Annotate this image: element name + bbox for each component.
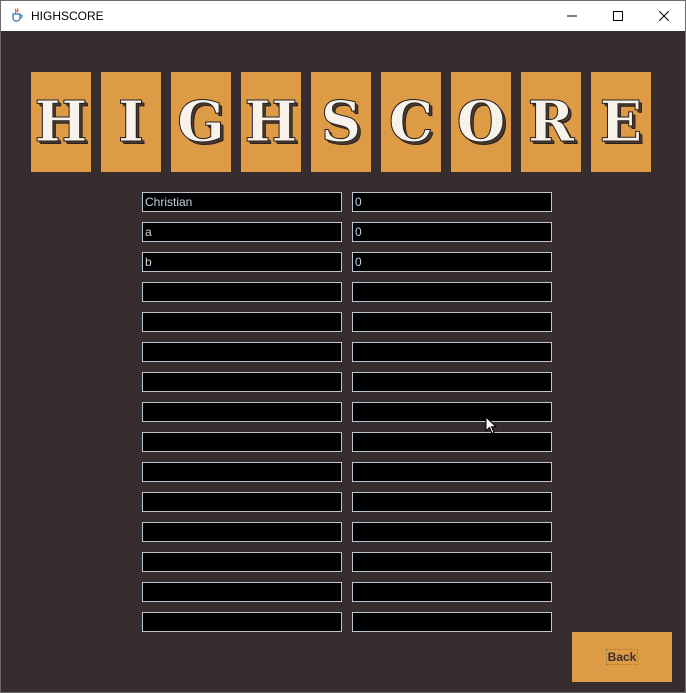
- banner-tile: O: [451, 72, 511, 172]
- name-field[interactable]: [142, 282, 342, 302]
- banner-letter: H: [244, 89, 298, 155]
- banner-letter: H: [34, 89, 88, 155]
- score-field[interactable]: [352, 432, 552, 452]
- mouse-pointer-icon: [485, 416, 498, 435]
- banner-tile: H: [31, 72, 91, 172]
- banner-letter: R: [527, 89, 575, 155]
- banner-letter: G: [177, 89, 226, 155]
- banner-tile: C: [381, 72, 441, 172]
- minimize-icon: [567, 15, 577, 17]
- banner-tile: I: [101, 72, 161, 172]
- minimize-button[interactable]: [549, 1, 595, 31]
- score-field[interactable]: 0: [352, 192, 552, 212]
- score-field[interactable]: 0: [352, 252, 552, 272]
- banner-letter: O: [456, 89, 506, 155]
- name-field[interactable]: [142, 492, 342, 512]
- score-field[interactable]: [352, 282, 552, 302]
- banner-letter: E: [599, 89, 643, 155]
- name-field[interactable]: [142, 372, 342, 392]
- close-button[interactable]: [641, 1, 686, 31]
- score-field[interactable]: [352, 492, 552, 512]
- back-button[interactable]: Back: [572, 632, 672, 682]
- banner-tile: E: [591, 72, 651, 172]
- name-field[interactable]: [142, 582, 342, 602]
- back-button-label: Back: [605, 649, 639, 665]
- banner-tile: R: [521, 72, 581, 172]
- score-field[interactable]: 0: [352, 222, 552, 242]
- name-field[interactable]: [142, 462, 342, 482]
- score-field[interactable]: [352, 582, 552, 602]
- java-cup-icon: [12, 8, 23, 22]
- name-field[interactable]: [142, 432, 342, 452]
- title-bar[interactable]: HIGHSCORE: [1, 1, 685, 31]
- banner-letter: I: [117, 89, 145, 155]
- maximize-button[interactable]: [595, 1, 641, 31]
- banner-letter: S: [320, 89, 362, 155]
- score-field[interactable]: [352, 312, 552, 332]
- score-field[interactable]: [352, 342, 552, 362]
- name-field[interactable]: [142, 552, 342, 572]
- maximize-icon: [613, 11, 623, 21]
- name-field[interactable]: [142, 522, 342, 542]
- name-field[interactable]: [142, 312, 342, 332]
- score-field[interactable]: [352, 372, 552, 392]
- banner-tile: S: [311, 72, 371, 172]
- score-field[interactable]: [352, 402, 552, 422]
- name-field[interactable]: [142, 612, 342, 632]
- name-field[interactable]: [142, 342, 342, 362]
- score-field[interactable]: [352, 552, 552, 572]
- score-field[interactable]: [352, 522, 552, 542]
- close-icon: [659, 11, 669, 21]
- name-field[interactable]: Christian: [142, 192, 342, 212]
- highscore-window: HIGHSCORE H I G H S C O R E Christian 0 …: [0, 0, 686, 693]
- name-field[interactable]: a: [142, 222, 342, 242]
- banner-tile: G: [171, 72, 231, 172]
- name-field[interactable]: b: [142, 252, 342, 272]
- score-field[interactable]: [352, 462, 552, 482]
- banner-tile: H: [241, 72, 301, 172]
- score-field[interactable]: [352, 612, 552, 632]
- window-title: HIGHSCORE: [31, 9, 104, 23]
- banner-letter: C: [388, 89, 434, 155]
- name-field[interactable]: [142, 402, 342, 422]
